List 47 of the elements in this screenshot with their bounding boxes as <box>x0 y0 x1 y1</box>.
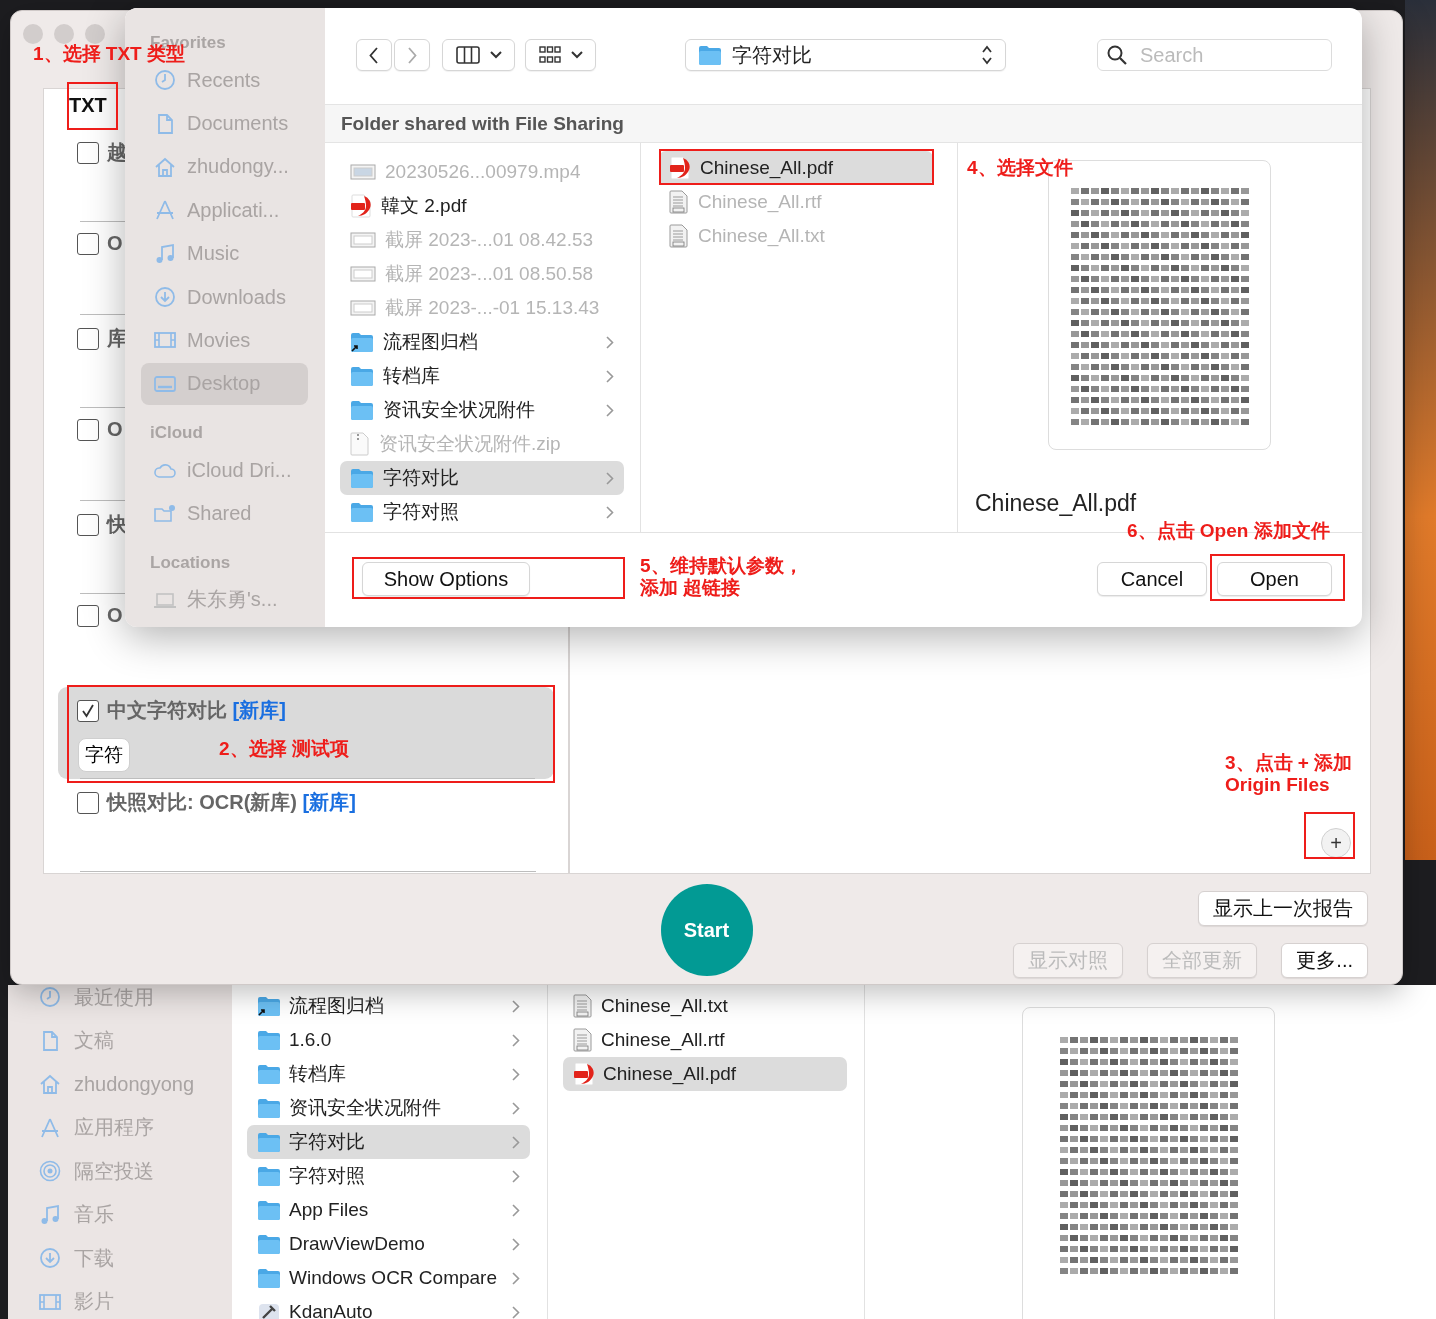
test-label: 中文字符对比 [新库] <box>107 698 286 723</box>
last-report-button[interactable]: 显示上一次报告 <box>1198 891 1368 926</box>
file-row[interactable]: 流程图归档 <box>340 325 624 359</box>
file-row[interactable]: Chinese_All.txt <box>563 989 847 1023</box>
annotation-text: 3、点击 + 添加 Origin Files <box>1225 752 1353 796</box>
annotation-text: 4、选择文件 <box>967 157 1073 179</box>
folder-row[interactable]: 字符对比 <box>247 1125 530 1159</box>
folder-row[interactable]: DrawViewDemo <box>247 1227 530 1261</box>
file-row[interactable]: 字符对照 <box>340 495 624 529</box>
file-row[interactable]: Chinese_All.rtf <box>563 1023 847 1057</box>
test-label: O <box>107 418 123 441</box>
annotation-text: 5、维持默认参数， 添加 超链接 <box>640 555 803 599</box>
folder-row[interactable]: 1.6.0 <box>247 1023 530 1057</box>
folder-row[interactable]: 转档库 <box>247 1057 530 1091</box>
file-row[interactable]: 转档库 <box>340 359 624 393</box>
path-header: Folder shared with File Sharing <box>341 112 624 135</box>
test-label: 越 <box>107 140 127 165</box>
folder-row[interactable]: 字符对照 <box>247 1159 530 1193</box>
test-label: O <box>107 604 123 627</box>
file-row[interactable]: 资讯安全状况附件 <box>340 393 624 427</box>
test-label: 库 <box>107 326 127 351</box>
test-label: O <box>107 232 123 255</box>
file-row[interactable]: 字符对比 <box>340 461 624 495</box>
test-label: 快照对比: OCR(新库) [新库] <box>107 790 356 815</box>
folder-row[interactable]: App Files <box>247 1193 530 1227</box>
location-popup[interactable]: 字符对比 <box>685 39 1006 71</box>
file-row[interactable]: 韓文 2.pdf <box>340 189 624 223</box>
test-label: 快 <box>107 512 127 537</box>
character-chip-button[interactable]: 字符 <box>78 738 130 772</box>
list-header: TXT <box>69 94 107 116</box>
cancel-button[interactable]: Cancel <box>1097 562 1207 596</box>
annotation-text: 6、点击 Open 添加文件 <box>1127 520 1330 542</box>
show-options-button[interactable]: Show Options <box>362 562 530 596</box>
sidebar-heading: iCloud <box>150 423 203 443</box>
action-button[interactable]: 更多... <box>1281 943 1368 978</box>
folder-row[interactable]: KdanAuto <box>247 1295 530 1319</box>
open-button[interactable]: Open <box>1217 562 1332 596</box>
folder-row[interactable]: 资讯安全状况附件 <box>247 1091 530 1125</box>
folder-row[interactable]: 流程图归档 <box>247 989 530 1023</box>
annotation-text: 2、选择 测试项 <box>219 738 349 760</box>
file-row[interactable]: Chinese_All.pdf <box>659 151 933 185</box>
sidebar-heading: Locations <box>150 552 231 573</box>
file-row[interactable]: Chinese_All.pdf <box>563 1057 847 1091</box>
preview-file-name: Chinese_All.pdf <box>975 490 1138 517</box>
search-field[interactable]: Search <box>1097 39 1332 71</box>
add-button[interactable]: + <box>1321 828 1351 858</box>
folder-row[interactable]: Windows OCR Compare <box>247 1261 530 1295</box>
